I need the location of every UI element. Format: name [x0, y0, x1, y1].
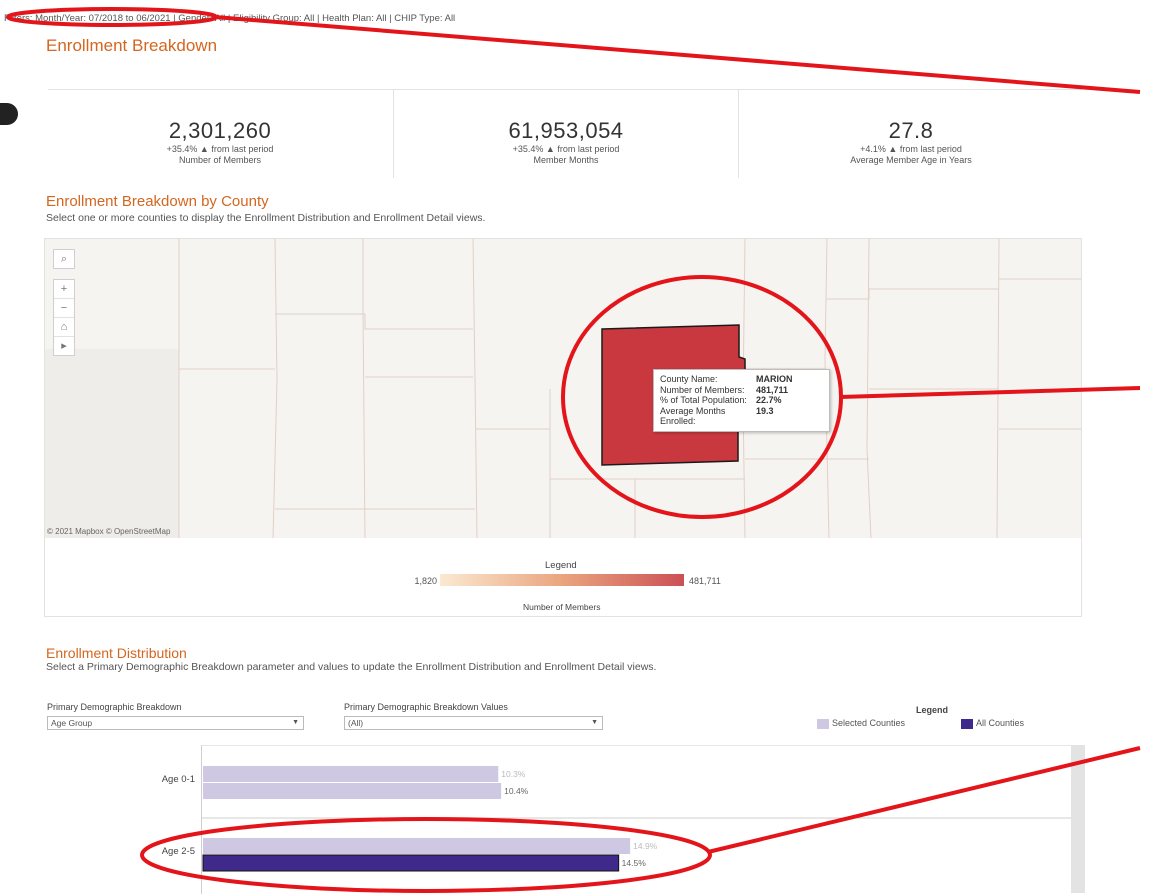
zoom-out-icon[interactable]: − — [54, 299, 74, 318]
primary-breakdown-select[interactable]: Age Group ▼ — [47, 716, 304, 730]
filter-summary: Filters: Month/Year: 07/2018 to 06/2021 … — [4, 13, 456, 24]
map-legend-gradient — [440, 574, 684, 586]
kpi-value: 61,953,054 — [508, 118, 624, 143]
breakdown-values-label: Primary Demographic Breakdown Values — [344, 702, 508, 712]
county-section-subtitle: Select one or more counties to display t… — [46, 212, 486, 224]
distribution-bar-chart: 10.3% 10.4% 14.9% 14.5% — [201, 745, 1072, 894]
kpi-change: +4.1% ▲ from last period — [860, 144, 962, 154]
tooltip-value: 481,711 — [756, 384, 789, 395]
legend-item-all-counties[interactable]: All Counties — [961, 718, 1024, 729]
bar-value-label: 10.3% — [501, 769, 526, 779]
distribution-title: Enrollment Distribution — [46, 645, 187, 661]
breakdown-values-value: (All) — [348, 718, 364, 728]
tooltip-key: % of Total Population: — [660, 395, 747, 405]
county-boundaries — [45, 239, 1081, 539]
home-icon[interactable]: ⌂ — [54, 318, 74, 337]
pan-arrow-icon[interactable]: ▸ — [54, 337, 74, 355]
map-legend-max: 481,711 — [689, 576, 721, 586]
map-legend-title: Legend — [545, 560, 577, 571]
breakdown-values-select[interactable]: (All) ▼ — [344, 716, 603, 730]
county-section-title: Enrollment Breakdown by County — [46, 193, 269, 210]
kpi-label: Member Months — [533, 155, 599, 165]
distribution-subtitle: Select a Primary Demographic Breakdown p… — [46, 661, 657, 673]
chevron-down-icon: ▼ — [591, 719, 598, 726]
tooltip-value: 22.7% — [756, 395, 782, 405]
bar-selected-counties[interactable] — [203, 766, 499, 782]
legend-item-selected-counties[interactable]: Selected Counties — [817, 718, 905, 729]
bar-chart-svg: 10.3% 10.4% 14.9% 14.5% — [202, 766, 1072, 872]
zoom-in-icon[interactable]: + — [54, 280, 74, 299]
kpi-label: Average Member Age in Years — [850, 155, 972, 165]
side-handle[interactable] — [0, 103, 18, 125]
tooltip-row: Number of Members: 481,711 — [660, 385, 823, 396]
primary-breakdown-label: Primary Demographic Breakdown — [47, 702, 182, 712]
map-legend-min: 1,820 — [414, 576, 437, 586]
category-label: Age 0-1 — [161, 774, 195, 785]
map-search-icon[interactable]: ⌕ — [53, 249, 75, 269]
legend-swatch — [961, 718, 973, 729]
kpi-strip: 2,301,260 +35.4% ▲ from last period Numb… — [48, 89, 1082, 178]
map-toolbar: ⌕ + − ⌂ ▸ — [53, 249, 75, 356]
kpi-change: +35.4% ▲ from last period — [166, 144, 274, 154]
tooltip-row: County Name: MARION — [660, 374, 823, 385]
legend-label: All Counties — [976, 718, 1025, 728]
map-zoom-controls: + − ⌂ ▸ — [53, 279, 75, 356]
bar-selected-counties[interactable] — [203, 838, 631, 854]
kpi-value: 27.8 — [888, 118, 934, 143]
legend-swatch — [817, 718, 829, 729]
chevron-down-icon: ▼ — [292, 719, 299, 726]
tooltip-row: Average Months Enrolled: 19.3 — [660, 406, 823, 427]
legend-label: Selected Counties — [832, 718, 906, 728]
primary-breakdown-value: Age Group — [51, 718, 93, 728]
tooltip-key: County Name: — [660, 374, 718, 384]
tooltip-key: Number of Members: — [660, 384, 745, 395]
bar-value-label: 14.5% — [622, 858, 647, 868]
kpi-label: Number of Members — [178, 155, 262, 165]
distribution-legend-title: Legend — [916, 705, 949, 715]
tooltip-value: MARION — [756, 374, 793, 384]
map-legend-caption: Number of Members — [523, 602, 601, 612]
chart-scrollbar[interactable] — [1071, 745, 1085, 893]
kpi-average-age: 27.8 +4.1% ▲ from last period Average Me… — [738, 90, 1083, 178]
kpi-change: +35.4% ▲ from last period — [512, 144, 620, 154]
kpi-number-of-members: 2,301,260 +35.4% ▲ from last period Numb… — [48, 90, 392, 178]
county-map[interactable]: ⌕ + − ⌂ ▸ © 2021 Mapbox © OpenStreetMap … — [44, 238, 1082, 540]
bar-all-counties[interactable] — [203, 783, 502, 799]
tooltip-value: 19.3 — [756, 405, 774, 416]
map-legend-panel: Legend 1,820 481,711 Number of Members — [44, 538, 1082, 617]
tooltip-row: % of Total Population: 22.7% — [660, 395, 823, 406]
county-tooltip: County Name: MARION Number of Members: 4… — [653, 369, 830, 432]
kpi-value: 2,301,260 — [168, 118, 272, 143]
bar-value-label: 14.9% — [633, 841, 658, 851]
map-credit[interactable]: © 2021 Mapbox © OpenStreetMap — [47, 527, 170, 536]
bar-all-counties[interactable] — [202, 854, 620, 872]
category-label: Age 2-5 — [161, 846, 195, 857]
tooltip-key: Average Months Enrolled: — [660, 405, 726, 427]
page-title: Enrollment Breakdown — [46, 36, 218, 55]
kpi-member-months: 61,953,054 +35.4% ▲ from last period Mem… — [393, 90, 738, 178]
bar-value-label: 10.4% — [504, 786, 529, 796]
annotation-line-filters — [214, 15, 1141, 94]
